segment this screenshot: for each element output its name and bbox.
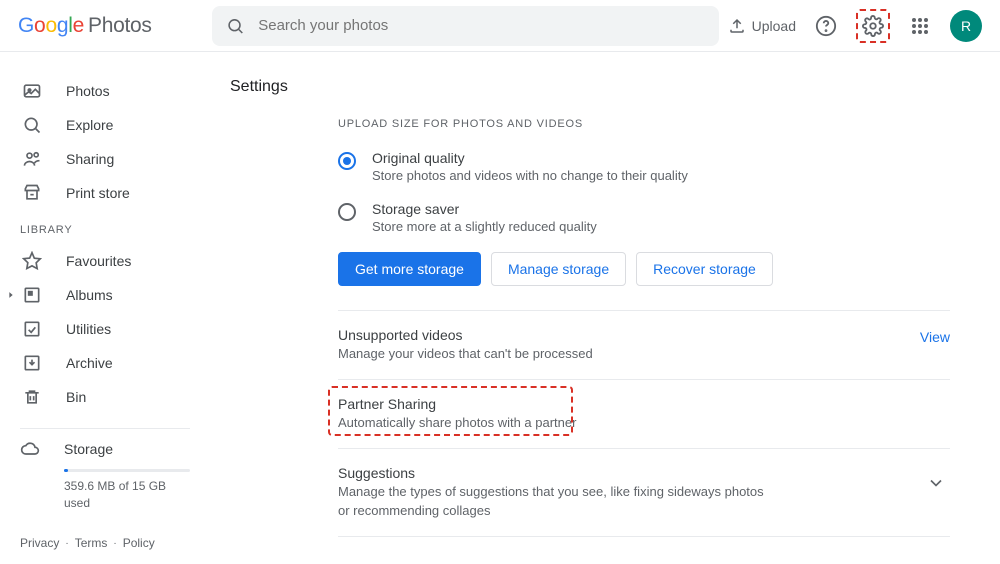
sidebar-item-label: Albums [66,287,113,303]
section-title: Partner Sharing [338,396,950,412]
cloud-icon [20,439,40,459]
sidebar-item-label: Favourites [66,253,131,269]
sidebar-item-explore[interactable]: Explore [0,108,210,142]
apps-icon [911,17,929,35]
settings-button[interactable] [861,14,885,38]
sidebar-item-label: Sharing [66,151,114,167]
library-section-label: LIBRARY [0,210,210,244]
storage-title: Storage [64,441,113,457]
gear-icon [862,15,884,37]
section-sub: Manage the types of suggestions that you… [338,483,768,519]
search-bar[interactable] [212,6,719,46]
footer-links: Privacy · Terms · Policy [20,536,155,550]
storage-bar [64,469,190,472]
section-sub: Manage your videos that can't be process… [338,345,768,363]
upload-size-heading: UPLOAD SIZE FOR PHOTOS AND VIDEOS [338,118,950,130]
sidebar-item-print-store[interactable]: Print store [0,176,210,210]
option-sub: Store photos and videos with no change t… [372,168,688,183]
manage-storage-button[interactable]: Manage storage [491,252,626,286]
privacy-link[interactable]: Privacy [20,536,59,550]
upload-icon [728,17,746,35]
option-title: Storage saver [372,201,597,217]
chevron-down-icon [926,473,946,493]
sidebar-item-label: Utilities [66,321,111,337]
logo[interactable]: Google Photos [18,14,152,38]
photos-icon [22,81,42,101]
utilities-icon [22,319,42,339]
search-input[interactable] [258,17,704,34]
sidebar-item-sharing[interactable]: Sharing [0,142,210,176]
section-sub: Automatically share photos with a partne… [338,414,768,432]
expand-button[interactable] [926,473,946,496]
apps-button[interactable] [908,14,932,38]
radio-icon[interactable] [338,152,356,170]
sharing-icon [22,149,42,169]
explore-icon [22,115,42,135]
section-partner-sharing[interactable]: Partner Sharing Automatically share phot… [338,379,950,448]
terms-link[interactable]: Terms [75,536,108,550]
star-icon [22,251,42,271]
print-store-icon [22,183,42,203]
view-link[interactable]: View [920,329,950,345]
page-title: Settings [230,78,970,96]
storage-text: 359.6 MB of 15 GB used [64,478,190,512]
help-button[interactable] [814,14,838,38]
sidebar-item-label: Print store [66,185,130,201]
sidebar-item-bin[interactable]: Bin [0,380,210,414]
option-sub: Store more at a slightly reduced quality [372,219,597,234]
avatar-initial: R [961,18,971,34]
upload-button[interactable]: Upload [728,17,796,35]
sidebar-item-label: Bin [66,389,86,405]
sidebar-item-photos[interactable]: Photos [0,74,210,108]
chevron-right-icon [6,290,16,300]
search-icon [226,16,245,36]
sidebar-item-albums[interactable]: Albums [0,278,210,312]
section-title: Unsupported videos [338,327,950,343]
sidebar-item-label: Explore [66,117,113,133]
radio-icon[interactable] [338,203,356,221]
section-unsupported-videos[interactable]: Unsupported videos Manage your videos th… [338,310,950,379]
section-title: Suggestions [338,465,950,481]
sidebar-item-label: Photos [66,83,110,99]
sidebar-item-label: Archive [66,355,113,371]
sidebar-item-favourites[interactable]: Favourites [0,244,210,278]
settings-highlight [856,9,890,43]
get-more-storage-button[interactable]: Get more storage [338,252,481,286]
recover-storage-button[interactable]: Recover storage [636,252,773,286]
option-title: Original quality [372,150,688,166]
avatar[interactable]: R [950,10,982,42]
section-suggestions[interactable]: Suggestions Manage the types of suggesti… [338,448,950,535]
help-icon [815,15,837,37]
option-original-quality[interactable]: Original quality Store photos and videos… [338,150,950,183]
bin-icon [22,387,42,407]
sidebar-item-archive[interactable]: Archive [0,346,210,380]
logo-product: Photos [88,14,152,38]
upload-label: Upload [752,18,796,34]
main-content: Settings UPLOAD SIZE FOR PHOTOS AND VIDE… [210,52,1000,564]
storage-block[interactable]: Storage 359.6 MB of 15 GB used [0,439,210,512]
sidebar-item-utilities[interactable]: Utilities [0,312,210,346]
sidebar: Photos Explore Sharing Print store LIBRA… [0,52,210,564]
archive-icon [22,353,42,373]
option-storage-saver[interactable]: Storage saver Store more at a slightly r… [338,201,950,234]
policy-link[interactable]: Policy [123,536,155,550]
albums-icon [22,285,42,305]
